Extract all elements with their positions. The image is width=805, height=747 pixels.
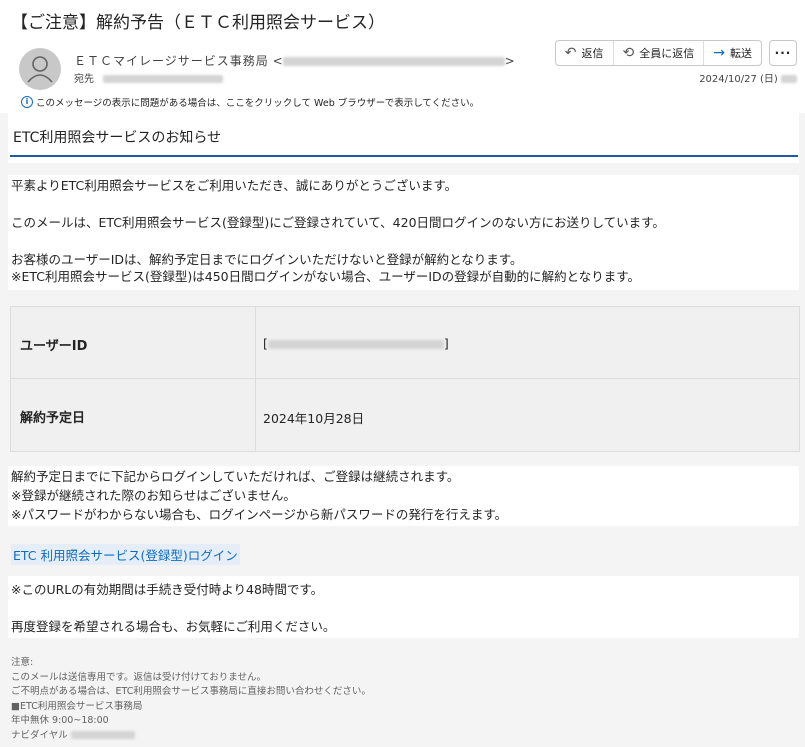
sender-line[interactable]: ＥＴＣマイレージサービス事務局 < > [74,52,515,69]
paragraph-login-1: 解約予定日までに下記からログインしていただければ、ご登録は継続されます。 [11,469,460,484]
email-subject: 【ご注意】解約予告（ＥＴＣ利用照会サービス） [11,13,385,33]
recipient-redacted [103,75,224,83]
footer-line-4: ■ETC利用照会サービス事務局 [11,700,143,712]
footer-line-6: ナビダイヤル [11,729,371,744]
reply-label: 返信 [581,47,604,60]
forward-button[interactable]: → 転送 [704,41,761,65]
footer-line-5: 年中無休 9:00~18:00 [11,715,109,726]
account-table: ユーザーID [] 解約予定日 2024年10月28日 [10,306,800,452]
paragraph-url-validity: ※このURLの有効期間は手続き受付時より48時間です。 [11,582,324,597]
table-column-divider [255,307,256,451]
person-icon [27,56,53,83]
reply-all-button[interactable]: ⟲ 全員に返信 [614,41,705,65]
date-text: 2024/10/27 (日) [699,74,778,85]
footer-line-3: ご不明点がある場合は、ETC利用照会サービス事務局に直接お問い合わせください。 [11,686,371,697]
phone-redacted [70,731,135,739]
user-id-redacted [267,340,444,349]
info-text: このメッセージの表示に問題がある場合は、ここをクリックして Web ブラウザーで… [36,98,480,109]
table-row-divider [11,378,799,379]
time-redacted [781,75,797,83]
cancel-date-value: 2024年10月28日 [263,411,365,426]
footer-line-2: このメールは送信専用です。返信は受け付けておりません。 [11,671,266,683]
received-date: 2024/10/27 (日) [699,70,797,85]
title-rule [10,155,798,157]
paragraph-greeting: 平素よりETC利用照会サービスをご利用いただき、誠にありがとうございます。 [11,178,458,193]
recipient-line: 宛先 [74,70,224,85]
paragraph-notice: このメールは、ETC利用照会サービス(登録型)にご登録されていて、420日間ログ… [11,215,665,230]
info-bar[interactable]: i このメッセージの表示に問題がある場合は、ここをクリックして Web ブラウザ… [21,95,479,109]
user-id-label: ユーザーID [20,339,88,354]
user-id-value: [] [263,336,449,351]
paragraph-login-3: ※パスワードがわからない場合も、ログインページから新パスワードの発行を行えます。 [11,507,508,522]
reply-all-label: 全員に返信 [639,47,695,60]
footer-line-1: 注意: [11,657,34,668]
paragraph-warning-1: お客様のユーザーIDは、解約予定日までにログインいただけないと登録が解約となりま… [11,252,523,267]
info-icon: i [21,96,33,108]
login-link[interactable]: ETC 利用照会サービス(登録型)ログイン [11,544,240,565]
paragraph-login-2: ※登録が継続された際のお知らせはございません。 [11,488,296,503]
sender-address-redacted [282,57,505,66]
more-actions-button[interactable]: ··· [769,40,797,66]
section-title: ETC利用照会サービスのお知らせ [13,130,222,146]
sender-bracket-close: > [504,54,515,68]
to-label: 宛先 [74,74,94,85]
cancel-date-label: 解約予定日 [20,411,86,426]
message-body: ETC利用照会サービスのお知らせ 平素よりETC利用照会サービスをご利用いただき… [0,113,805,747]
sender-bracket-open: < [272,54,283,68]
forward-label: 転送 [730,47,752,60]
sender-avatar[interactable] [19,48,61,90]
reply-icon: ↶ [564,45,577,61]
reply-all-icon: ⟲ [622,45,635,61]
paragraph-warning-2: ※ETC利用照会サービス(登録型)は450日間ログインがない場合、ユーザーIDの… [11,269,641,284]
reply-button[interactable]: ↶ 返信 [556,41,614,65]
sender-name: ＥＴＣマイレージサービス事務局 [74,54,269,68]
paragraph-reregister: 再度登録を希望される場合も、お気軽にご利用ください。 [11,619,336,634]
footer-notes: 注意: このメールは送信専用です。返信は受け付けておりません。 ご不明点がある場… [11,656,371,743]
forward-icon: → [713,45,725,61]
navi-dial-label: ナビダイヤル [11,729,68,741]
action-button-group: ↶ 返信 ⟲ 全員に返信 → 転送 [554,40,762,66]
